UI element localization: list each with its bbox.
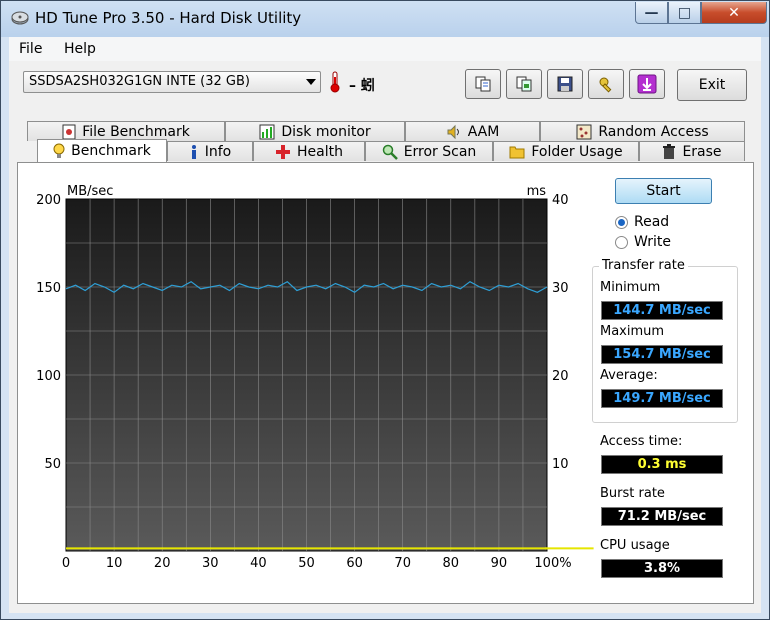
tab-erase-label: Erase: [682, 143, 722, 160]
drive-select-value: SSDSA2SH032G1GN INTE (32 GB): [29, 74, 250, 89]
tab-aam-label: AAM: [467, 123, 500, 140]
minimum-label: Minimum: [600, 280, 661, 295]
maximum-label: Maximum: [600, 324, 665, 339]
copy-image-icon: [516, 76, 532, 92]
tab-disk-monitor[interactable]: Disk monitor: [225, 121, 405, 141]
chevron-down-icon: [306, 79, 316, 85]
cpu-usage-label: CPU usage: [600, 538, 670, 553]
tab-info-label: Info: [204, 143, 232, 160]
speaker-icon: [447, 124, 459, 139]
download-arrow-icon: [637, 74, 657, 94]
close-button[interactable]: ✕: [701, 2, 767, 24]
tab-random-access-label: Random Access: [598, 123, 709, 140]
minimize-icon: —: [644, 4, 659, 21]
options-button[interactable]: [588, 69, 624, 99]
write-option[interactable]: Write: [615, 234, 671, 250]
tab-error-scan-label: Error Scan: [403, 143, 477, 160]
title-bar[interactable]: HD Tune Pro 3.50 - Hard Disk Utility — □…: [1, 1, 769, 37]
tab-file-benchmark[interactable]: File Benchmark: [27, 121, 225, 141]
tab-benchmark-label: Benchmark: [71, 143, 151, 159]
menu-help[interactable]: Help: [64, 41, 96, 57]
read-option[interactable]: Read: [615, 214, 669, 230]
disk-monitor-icon: [259, 124, 275, 139]
maximize-button[interactable]: □: [668, 2, 701, 24]
copy-text-button[interactable]: [465, 69, 501, 99]
read-label: Read: [634, 214, 670, 230]
tab-random-access[interactable]: Random Access: [540, 121, 745, 141]
tab-health[interactable]: Health: [253, 141, 365, 161]
tab-info[interactable]: Info: [167, 141, 253, 161]
tab-folder-usage[interactable]: Folder Usage: [493, 141, 639, 161]
menu-file[interactable]: File: [19, 41, 42, 57]
save-button[interactable]: [547, 69, 583, 99]
tab-disk-monitor-label: Disk monitor: [281, 123, 371, 140]
copy-screenshot-button[interactable]: [506, 69, 542, 99]
tab-health-label: Health: [297, 143, 343, 160]
exit-button[interactable]: Exit: [677, 69, 747, 101]
hd-tune-app-icon: [11, 11, 29, 25]
access-time-label: Access time:: [600, 434, 683, 449]
minimize-button[interactable]: —: [635, 2, 668, 24]
app-window: HD Tune Pro 3.50 - Hard Disk Utility — □…: [0, 0, 770, 620]
floppy-disk-icon: [557, 76, 573, 92]
benchmark-bulb-icon: [53, 143, 65, 158]
temperature-readout: – 蚓: [349, 78, 375, 94]
average-label: Average:: [600, 368, 658, 383]
tab-folder-usage-label: Folder Usage: [531, 143, 623, 160]
burst-rate-label: Burst rate: [600, 486, 665, 501]
thermometer-icon: [330, 71, 340, 93]
maximize-icon: □: [677, 4, 692, 21]
random-access-icon: [576, 124, 592, 139]
file-benchmark-icon: [62, 124, 76, 139]
average-value: 149.7 MB/sec: [601, 389, 723, 408]
minimum-value: 144.7 MB/sec: [601, 301, 723, 320]
window-title: HD Tune Pro 3.50 - Hard Disk Utility: [35, 9, 302, 27]
write-radio[interactable]: [615, 235, 628, 249]
tab-aam[interactable]: AAM: [405, 121, 540, 141]
tab-erase[interactable]: Erase: [639, 141, 745, 161]
start-label: Start: [646, 183, 681, 199]
trash-icon: [663, 143, 676, 159]
close-icon: ✕: [728, 4, 740, 21]
magnifier-icon: [382, 144, 398, 160]
info-icon: [191, 144, 196, 159]
burst-rate-value: 71.2 MB/sec: [601, 507, 723, 526]
cpu-usage-value: 3.8%: [601, 559, 723, 578]
drive-select[interactable]: SSDSA2SH032G1GN INTE (32 GB): [23, 71, 321, 93]
start-button[interactable]: Start: [615, 178, 712, 204]
transfer-rate-title: Transfer rate: [599, 258, 688, 273]
health-cross-icon: [276, 144, 290, 159]
client-area: File Help SSDSA2SH032G1GN INTE (32 GB) –…: [9, 37, 761, 613]
maximum-value: 154.7 MB/sec: [601, 345, 723, 364]
menu-bar: File Help: [9, 37, 761, 61]
tab-error-scan[interactable]: Error Scan: [365, 141, 493, 161]
wrench-icon: [599, 77, 612, 93]
read-radio[interactable]: [615, 215, 628, 229]
tab-benchmark[interactable]: Benchmark: [37, 139, 167, 162]
access-time-value: 0.3 ms: [601, 455, 723, 474]
copy-icon: [475, 76, 491, 92]
toolbar: SSDSA2SH032G1GN INTE (32 GB) – 蚓 Exit: [9, 61, 761, 109]
exit-label: Exit: [698, 77, 726, 93]
folder-icon: [509, 146, 525, 158]
write-label: Write: [634, 234, 671, 250]
download-button[interactable]: [629, 69, 665, 99]
tab-file-benchmark-label: File Benchmark: [82, 123, 190, 140]
